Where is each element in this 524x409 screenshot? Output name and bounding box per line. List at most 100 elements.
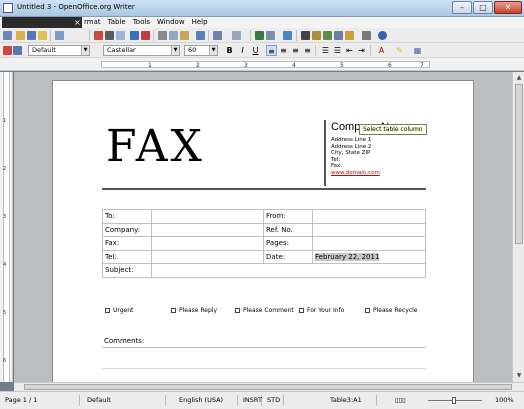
copy-icon[interactable] bbox=[169, 31, 178, 40]
open-icon[interactable] bbox=[16, 31, 25, 40]
for-your-info-checkbox[interactable]: For Your Info bbox=[299, 307, 344, 314]
vertical-scrollbar[interactable]: ▲ ▼ bbox=[512, 72, 524, 382]
please-recycle-checkbox[interactable]: Please Recycle bbox=[365, 307, 417, 314]
chevron-down-icon[interactable]: ▼ bbox=[209, 46, 217, 55]
autospellcheck-icon[interactable] bbox=[141, 31, 150, 40]
hyperlink-icon[interactable] bbox=[255, 31, 264, 40]
selection-mode[interactable]: STD bbox=[264, 395, 284, 406]
chevron-down-icon[interactable]: ▼ bbox=[171, 46, 179, 55]
increase-indent-button[interactable]: ⇥ bbox=[356, 45, 367, 56]
nonprinting-characters-icon[interactable] bbox=[345, 31, 354, 40]
tel-label[interactable]: Tel: bbox=[102, 249, 152, 264]
comments-label[interactable]: Comments: bbox=[104, 337, 144, 345]
scroll-down-icon[interactable]: ▼ bbox=[515, 372, 523, 380]
please-reply-checkbox[interactable]: Please Reply bbox=[171, 307, 217, 314]
page-count[interactable]: Page 1 / 1 bbox=[2, 395, 80, 406]
scrollbar-thumb[interactable] bbox=[515, 84, 523, 244]
zoom-icon[interactable] bbox=[362, 31, 371, 40]
to-label[interactable]: To: bbox=[102, 209, 152, 224]
bold-button[interactable]: B bbox=[224, 45, 235, 56]
close-button[interactable]: ✕ bbox=[494, 1, 522, 14]
find-replace-icon[interactable] bbox=[301, 31, 310, 40]
from-value-cell[interactable] bbox=[312, 209, 426, 224]
edit-file-icon[interactable] bbox=[55, 31, 64, 40]
clone-formatting-icon[interactable] bbox=[196, 31, 205, 40]
print-icon[interactable] bbox=[105, 31, 114, 40]
from-label[interactable]: From: bbox=[263, 209, 313, 224]
help-icon[interactable] bbox=[378, 31, 387, 40]
scroll-up-icon[interactable]: ▲ bbox=[515, 74, 523, 82]
styles-formatting-icon[interactable] bbox=[3, 46, 12, 55]
scrollbar-thumb[interactable] bbox=[24, 384, 512, 390]
spellcheck-icon[interactable] bbox=[130, 31, 139, 40]
paragraph-style-combo[interactable]: Default ▼ bbox=[28, 45, 90, 56]
export-pdf-icon[interactable] bbox=[94, 31, 103, 40]
zoom-level[interactable]: 100% bbox=[492, 395, 522, 406]
decrease-indent-button[interactable]: ⇤ bbox=[344, 45, 355, 56]
save-icon[interactable] bbox=[27, 31, 36, 40]
to-value-cell[interactable] bbox=[151, 209, 264, 224]
apply-style-icon[interactable] bbox=[13, 46, 22, 55]
undo-icon[interactable] bbox=[213, 31, 222, 40]
numbering-button[interactable]: ☰ bbox=[320, 45, 331, 56]
background-color-button[interactable]: ▦ bbox=[412, 45, 423, 56]
align-center-button[interactable]: ≡ bbox=[278, 45, 289, 56]
ref-label[interactable]: Ref. No. bbox=[263, 222, 313, 237]
language[interactable]: English (USA) bbox=[176, 395, 238, 406]
fax-value-cell[interactable] bbox=[151, 236, 264, 251]
company-value-cell[interactable] bbox=[151, 222, 264, 237]
subject-label[interactable]: Subject: bbox=[102, 263, 152, 278]
new-document-icon[interactable] bbox=[3, 31, 12, 40]
menu-window[interactable]: Window bbox=[157, 18, 185, 26]
menu-tools[interactable]: Tools bbox=[133, 18, 150, 26]
font-name-combo[interactable]: Castellar ▼ bbox=[103, 45, 180, 56]
align-right-button[interactable]: ≡ bbox=[290, 45, 301, 56]
ref-value-cell[interactable] bbox=[312, 222, 426, 237]
horizontal-scrollbar[interactable] bbox=[14, 382, 524, 391]
bullets-button[interactable]: ☰ bbox=[332, 45, 343, 56]
underline-button[interactable]: U bbox=[250, 45, 261, 56]
maximize-button[interactable]: □ bbox=[473, 1, 493, 14]
urgent-checkbox[interactable]: Urgent bbox=[105, 307, 133, 314]
show-draw-functions-icon[interactable] bbox=[283, 31, 292, 40]
justify-button[interactable]: ≡ bbox=[302, 45, 313, 56]
company-website-link[interactable]: www.domain.com bbox=[331, 170, 426, 177]
menu-format[interactable]: rmat bbox=[84, 18, 101, 26]
italic-button[interactable]: I bbox=[237, 45, 248, 56]
chevron-down-icon[interactable]: ▼ bbox=[81, 46, 89, 55]
close-icon[interactable]: × bbox=[74, 17, 81, 28]
fax-heading[interactable]: FAX bbox=[106, 120, 205, 174]
data-sources-icon[interactable] bbox=[334, 31, 343, 40]
date-label[interactable]: Date: bbox=[263, 249, 313, 264]
gallery-icon[interactable] bbox=[323, 31, 332, 40]
fax-label[interactable]: Fax: bbox=[102, 236, 152, 251]
vertical-ruler[interactable]: 1 2 3 4 5 6 bbox=[0, 72, 13, 382]
zoom-slider-handle[interactable] bbox=[452, 397, 456, 404]
menu-help[interactable]: Help bbox=[192, 18, 208, 26]
highlighting-button[interactable]: ✎ bbox=[394, 45, 405, 56]
date-value-cell[interactable]: February 22, 2011 bbox=[312, 249, 426, 264]
tel-value-cell[interactable] bbox=[151, 249, 264, 264]
menu-popup-overlay[interactable]: × bbox=[2, 17, 82, 28]
horizontal-ruler[interactable]: 1 2 3 4 5 6 7 bbox=[0, 58, 524, 71]
subject-value-cell[interactable] bbox=[151, 263, 426, 278]
please-comment-checkbox[interactable]: Please Comment bbox=[235, 307, 294, 314]
minimize-button[interactable]: – bbox=[452, 1, 472, 14]
date-field[interactable]: February 22, 2011 bbox=[315, 252, 380, 261]
print-preview-icon[interactable] bbox=[116, 31, 125, 40]
menu-table[interactable]: Table bbox=[108, 18, 126, 26]
table-icon[interactable] bbox=[266, 31, 275, 40]
pages-label[interactable]: Pages: bbox=[263, 236, 313, 251]
font-size-combo[interactable]: 60 ▼ bbox=[184, 45, 218, 56]
page-style[interactable]: Default bbox=[84, 395, 166, 406]
align-left-button[interactable]: ≡ bbox=[266, 45, 277, 56]
email-icon[interactable] bbox=[38, 31, 47, 40]
cut-icon[interactable] bbox=[158, 31, 167, 40]
company-label[interactable]: Company: bbox=[102, 222, 152, 237]
navigator-icon[interactable] bbox=[312, 31, 321, 40]
font-color-button[interactable]: A bbox=[376, 45, 387, 56]
view-layout-icon[interactable]: ▯▯▯ bbox=[392, 395, 422, 406]
redo-icon[interactable] bbox=[232, 31, 241, 40]
paste-icon[interactable] bbox=[180, 31, 189, 40]
pages-value-cell[interactable] bbox=[312, 236, 426, 251]
